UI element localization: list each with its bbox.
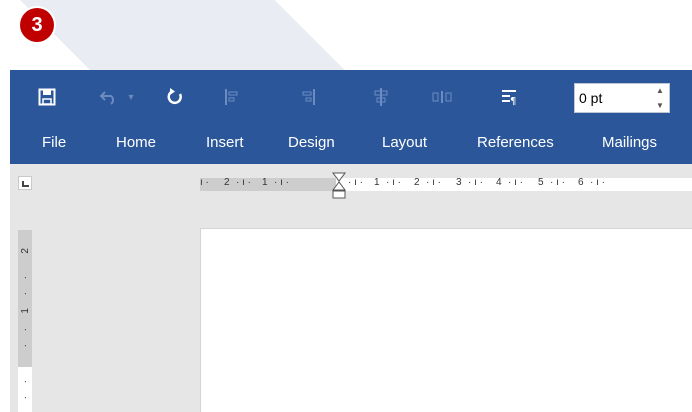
tab-references[interactable]: References bbox=[477, 126, 554, 164]
ruler-ticks: ı · 2 · ı · 1 · ı · · ı · 1 · ı · 2 · ı … bbox=[200, 178, 605, 188]
repeat-icon[interactable] bbox=[164, 84, 186, 110]
distribute-icon[interactable] bbox=[430, 84, 456, 110]
align-right-icon[interactable] bbox=[298, 84, 320, 110]
spin-down-icon[interactable]: ▼ bbox=[656, 101, 664, 110]
vertical-ruler[interactable]: 2 · · 1 · · · · bbox=[18, 230, 32, 412]
ruler-label: 1 bbox=[374, 178, 380, 188]
ruler-label: 2 bbox=[224, 178, 230, 188]
undo-icon[interactable] bbox=[98, 84, 120, 110]
ruler-label: 1 bbox=[262, 178, 268, 188]
vruler-label: 2 bbox=[20, 248, 31, 254]
ruler-label: 2 bbox=[414, 178, 420, 188]
tab-insert[interactable]: Insert bbox=[206, 126, 244, 164]
vertical-ruler-ticks: 2 · · 1 · · · · bbox=[20, 248, 31, 400]
spacing-value[interactable]: 0 pt bbox=[579, 90, 602, 106]
vruler-label: 1 bbox=[20, 308, 31, 314]
spin-up-icon[interactable]: ▲ bbox=[656, 86, 664, 95]
quick-access-toolbar: ▾ ¶ 0 pt ▲ ▼ bbox=[10, 70, 692, 126]
step-number-badge: 3 bbox=[20, 8, 54, 42]
tab-selector[interactable] bbox=[18, 176, 32, 190]
tab-mailings[interactable]: Mailings bbox=[602, 126, 657, 164]
ruler-label: 6 bbox=[578, 178, 584, 188]
spacing-spinner[interactable]: 0 pt ▲ ▼ bbox=[574, 83, 670, 113]
ribbon-tabs: File Home Insert Design Layout Reference… bbox=[10, 126, 692, 164]
horizontal-ruler[interactable]: ı · 2 · ı · 1 · ı · · ı · 1 · ı · 2 · ı … bbox=[200, 178, 692, 191]
tab-design[interactable]: Design bbox=[288, 126, 335, 164]
ruler-label: 4 bbox=[496, 178, 502, 188]
save-icon[interactable] bbox=[36, 84, 58, 110]
ruler-label: 3 bbox=[456, 178, 462, 188]
word-window: ▾ ¶ 0 pt ▲ ▼ File Home Insert Design Layo… bbox=[10, 70, 692, 412]
indent-markers-icon[interactable] bbox=[332, 172, 346, 200]
tab-home[interactable]: Home bbox=[116, 126, 156, 164]
undo-dropdown-icon[interactable]: ▾ bbox=[126, 84, 136, 110]
tab-file[interactable]: File bbox=[42, 126, 66, 164]
align-center-icon[interactable] bbox=[370, 84, 392, 110]
align-left-icon[interactable] bbox=[220, 84, 242, 110]
spinner-arrows[interactable]: ▲ ▼ bbox=[655, 86, 665, 110]
tab-layout[interactable]: Layout bbox=[382, 126, 427, 164]
paragraph-spacing-icon[interactable]: ¶ bbox=[498, 84, 520, 110]
svg-text:¶: ¶ bbox=[510, 96, 516, 106]
ruler-label: 5 bbox=[538, 178, 544, 188]
document-page[interactable] bbox=[200, 228, 692, 412]
